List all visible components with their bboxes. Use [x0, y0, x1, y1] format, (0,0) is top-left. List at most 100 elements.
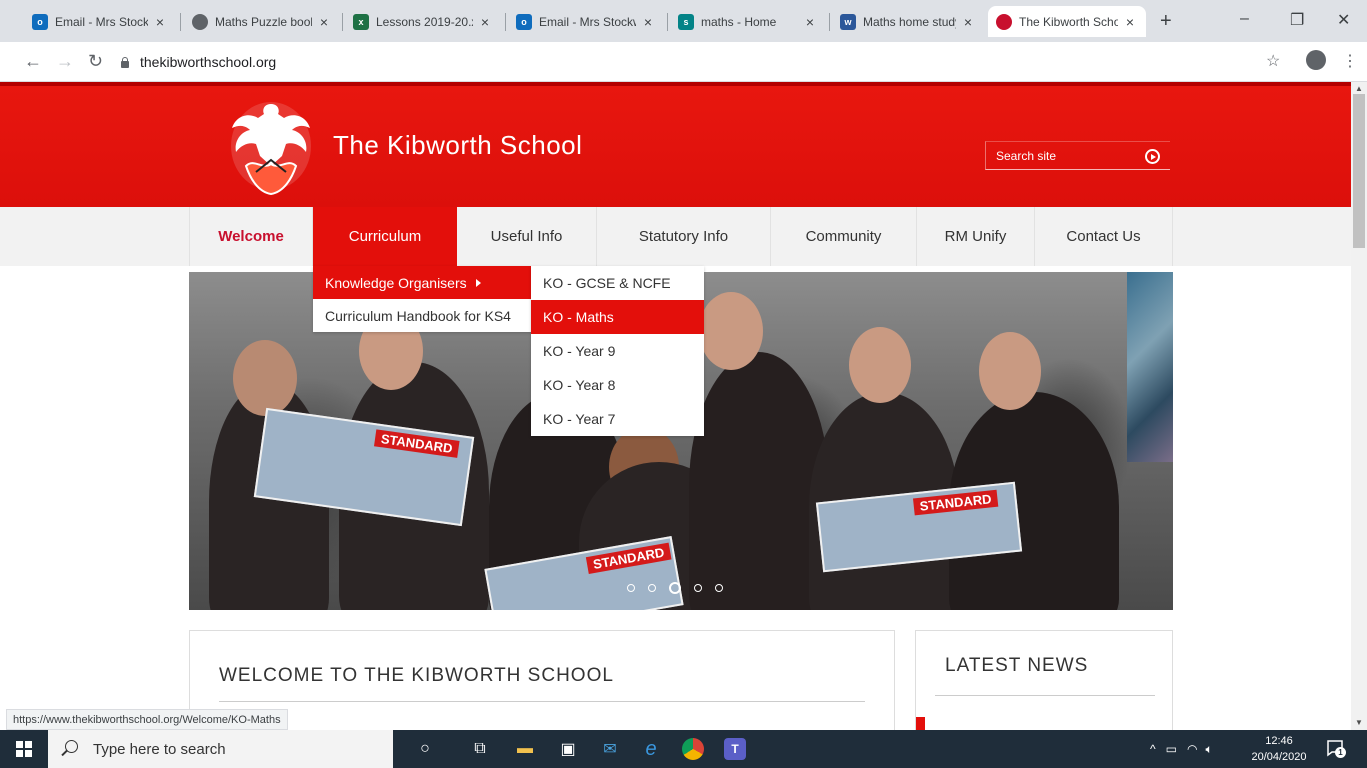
- browser-toolbar: ← → ↻ thekibworthschool.org ☆ ⋮: [0, 42, 1367, 82]
- nav-curriculum[interactable]: Curriculum: [313, 207, 457, 266]
- forward-button[interactable]: →: [56, 51, 74, 72]
- close-window-button[interactable]: ✕: [1337, 10, 1350, 30]
- clock-time: 12:46: [1265, 735, 1293, 747]
- menu-kebab-icon[interactable]: ⋮: [1342, 51, 1358, 71]
- slide-dot[interactable]: [648, 584, 656, 592]
- welcome-section: WELCOME TO THE KIBWORTH SCHOOL: [189, 630, 895, 730]
- nav-rm-unify[interactable]: RM Unify: [917, 207, 1035, 266]
- close-icon[interactable]: ×: [802, 14, 818, 30]
- windows-start-icon[interactable]: [16, 741, 32, 757]
- address-bar-url: thekibworthschool.org: [140, 54, 277, 70]
- new-tab-button[interactable]: +: [1160, 11, 1172, 31]
- page-viewport: The Kibworth School Search site Welcome …: [0, 82, 1351, 730]
- battery-icon[interactable]: ▭: [1166, 742, 1177, 756]
- caret-right-icon: [475, 278, 481, 287]
- school-crest-logo[interactable]: [226, 96, 316, 198]
- search-placeholder: Search site: [996, 148, 1057, 163]
- outlook-icon: o: [516, 13, 532, 30]
- browser-tab[interactable]: s maths - Home ×: [670, 6, 826, 37]
- menu-item-curriculum-handbook[interactable]: Curriculum Handbook for KS4: [313, 299, 531, 332]
- school-crest-icon: [996, 13, 1012, 30]
- mail-icon[interactable]: ✉: [599, 738, 621, 760]
- main-nav: Welcome Curriculum Useful Info Statutory…: [0, 207, 1351, 266]
- slide-dot[interactable]: [627, 584, 635, 592]
- close-icon[interactable]: ×: [316, 14, 332, 30]
- store-icon[interactable]: ▣: [557, 738, 579, 760]
- cortana-icon[interactable]: ○: [414, 738, 436, 760]
- browser-tab-active[interactable]: The Kibworth Scho ×: [988, 6, 1146, 37]
- slide-indicators: [627, 582, 723, 594]
- chevron-up-icon[interactable]: ^: [1150, 742, 1156, 756]
- site-search-input[interactable]: Search site: [985, 141, 1170, 170]
- word-icon: w: [840, 13, 856, 30]
- scroll-up-arrow[interactable]: ▲: [1355, 84, 1363, 93]
- menu-item-ko-year-7[interactable]: KO - Year 7: [531, 402, 704, 436]
- divider: [935, 695, 1155, 696]
- link-status-bar: https://www.thekibworthschool.org/Welcom…: [6, 709, 288, 730]
- close-icon[interactable]: ×: [960, 14, 976, 30]
- wifi-icon[interactable]: ◠: [1187, 742, 1197, 756]
- notification-badge: 1: [1335, 747, 1346, 758]
- student-figure: [689, 352, 829, 610]
- windows-taskbar: Type here to search ○ ⧉ ▬ ▣ ✉ e T ^ ▭ ◠ …: [0, 730, 1367, 768]
- browser-tab[interactable]: o Email - Mrs Stockw ×: [508, 6, 664, 37]
- nav-welcome[interactable]: Welcome: [189, 207, 313, 266]
- scroll-down-arrow[interactable]: ▼: [1355, 718, 1363, 727]
- news-accent-marker: [916, 717, 925, 730]
- profile-icon[interactable]: [1306, 50, 1326, 70]
- menu-item-ko-gcse[interactable]: KO - GCSE & NCFE: [531, 266, 704, 300]
- menu-item-ko-maths[interactable]: KO - Maths: [531, 300, 704, 334]
- teams-icon[interactable]: T: [724, 738, 746, 760]
- welcome-heading: WELCOME TO THE KIBWORTH SCHOOL: [219, 665, 614, 686]
- latest-news-heading: LATEST NEWS: [945, 655, 1089, 676]
- stained-glass-window: [1127, 272, 1173, 462]
- close-icon[interactable]: ×: [477, 14, 493, 30]
- search-icon: [65, 740, 78, 753]
- site-name[interactable]: The Kibworth School: [333, 130, 582, 161]
- search-go-icon[interactable]: [1145, 149, 1160, 164]
- nav-community[interactable]: Community: [771, 207, 917, 266]
- slide-dot[interactable]: [694, 584, 702, 592]
- nav-contact-us[interactable]: Contact Us: [1035, 207, 1173, 266]
- scrollbar-thumb[interactable]: [1353, 94, 1365, 248]
- browser-tab[interactable]: w Maths home study ×: [832, 6, 984, 37]
- file-explorer-icon[interactable]: ▬: [514, 738, 536, 760]
- knowledge-organisers-submenu: KO - GCSE & NCFE KO - Maths KO - Year 9 …: [531, 266, 704, 436]
- browser-tab[interactable]: Maths Puzzle book ×: [184, 6, 340, 37]
- student-face: [979, 332, 1041, 410]
- restore-button[interactable]: ❐: [1290, 10, 1304, 30]
- nav-useful-info[interactable]: Useful Info: [457, 207, 597, 266]
- task-view-icon[interactable]: ⧉: [469, 738, 491, 760]
- outlook-icon: o: [32, 13, 48, 30]
- close-icon[interactable]: ×: [640, 14, 656, 30]
- student-face: [233, 340, 297, 416]
- minimize-button[interactable]: –: [1240, 10, 1249, 28]
- address-bar[interactable]: thekibworthschool.org: [120, 49, 1250, 75]
- latest-news-section: LATEST NEWS: [915, 630, 1173, 730]
- nav-statutory-info[interactable]: Statutory Info: [597, 207, 771, 266]
- edge-icon[interactable]: e: [640, 738, 662, 760]
- menu-item-ko-year-9[interactable]: KO - Year 9: [531, 334, 704, 368]
- chrome-icon[interactable]: [682, 738, 704, 760]
- browser-tab[interactable]: o Email - Mrs Stockw ×: [24, 6, 176, 37]
- divider: [219, 701, 865, 702]
- menu-item-ko-year-8[interactable]: KO - Year 8: [531, 368, 704, 402]
- clock-date: 20/04/2020: [1251, 751, 1307, 763]
- taskbar-clock[interactable]: 12:46 20/04/2020: [1250, 733, 1308, 765]
- lock-icon: [120, 56, 130, 68]
- reload-button[interactable]: ↻: [88, 51, 103, 72]
- slide-dot-active[interactable]: [669, 582, 681, 594]
- volume-icon[interactable]: 🔈︎: [1205, 742, 1212, 757]
- page-scrollbar[interactable]: ▲ ▼: [1351, 82, 1367, 730]
- close-icon[interactable]: ×: [152, 14, 168, 30]
- menu-item-knowledge-organisers[interactable]: Knowledge Organisers: [313, 266, 531, 299]
- close-icon[interactable]: ×: [1122, 14, 1138, 30]
- taskbar-search-box[interactable]: Type here to search: [48, 730, 393, 768]
- system-tray: ^ ▭ ◠ 🔈︎: [1150, 730, 1213, 768]
- slide-dot[interactable]: [715, 584, 723, 592]
- bookmark-star-icon[interactable]: ☆: [1266, 51, 1280, 71]
- browser-tab[interactable]: x Lessons 2019-20.x ×: [345, 6, 501, 37]
- notification-center-icon[interactable]: 1: [1326, 739, 1346, 758]
- student-face: [849, 327, 911, 403]
- back-button[interactable]: ←: [24, 51, 42, 72]
